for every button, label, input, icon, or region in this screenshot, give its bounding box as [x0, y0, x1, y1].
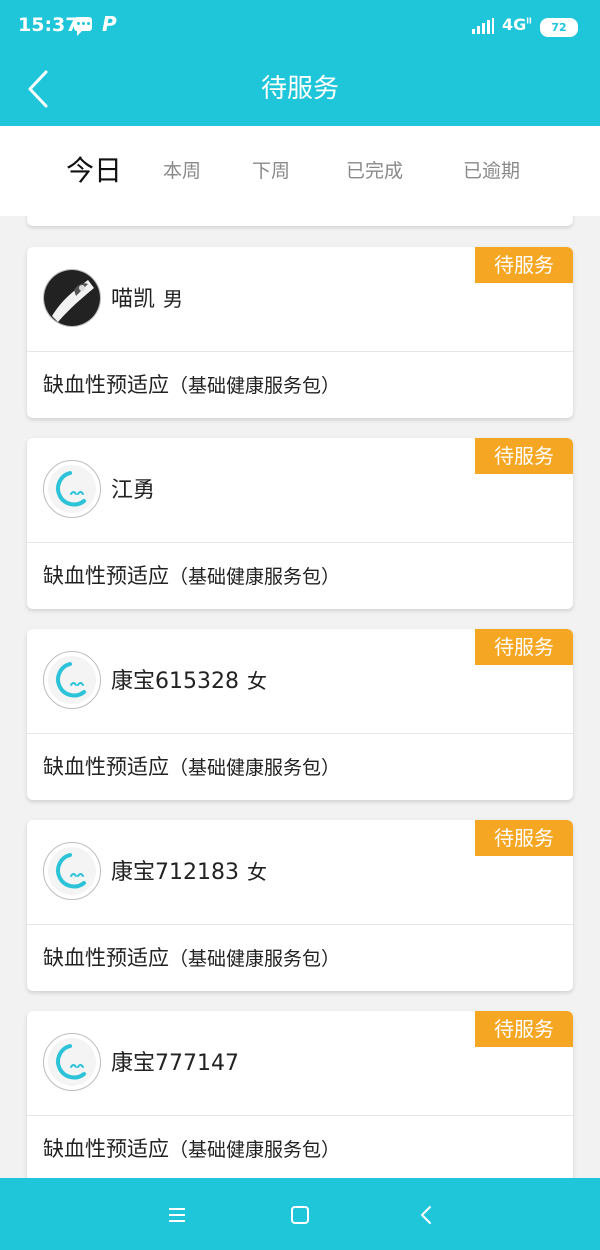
avatar [43, 269, 101, 327]
service-name: 缺血性预适应（基础健康服务包） [43, 373, 341, 397]
parking-icon: P [102, 12, 117, 36]
menu-icon [169, 1208, 185, 1222]
status-time: 15:37 [18, 14, 79, 36]
app-bar: 待服务 [0, 52, 600, 126]
default-avatar-icon [48, 847, 96, 895]
customer-name: 康宝777147 [111, 1051, 239, 1076]
nav-back-button[interactable] [412, 1200, 442, 1230]
tab-completed[interactable]: 已完成 [346, 126, 403, 216]
battery-indicator: 72 [540, 18, 578, 37]
divider [27, 542, 573, 543]
status-badge: 待服务 [475, 820, 573, 856]
customer-name: 康宝615328 女 [111, 669, 267, 694]
divider [27, 351, 573, 352]
customer-name: 江勇 [111, 478, 156, 503]
menu-button[interactable] [162, 1200, 192, 1230]
customer-gender: 女 [246, 669, 267, 693]
list-item[interactable]: 待服务 康宝615328 女 缺血性预适应（基础健康服务包） [27, 629, 573, 800]
customer-gender: 男 [163, 287, 184, 311]
list-item[interactable]: 待服务 喵凯男 缺血性预适应（基础健康服务包） [27, 247, 573, 418]
avatar [43, 1033, 101, 1091]
avatar [43, 651, 101, 709]
network-type: 4Gll [502, 15, 532, 34]
divider [27, 733, 573, 734]
service-name: 缺血性预适应（基础健康服务包） [43, 946, 341, 970]
list-item-partial [27, 216, 573, 226]
status-badge: 待服务 [475, 629, 573, 665]
customer-name: 喵凯男 [111, 287, 184, 312]
filter-tabs: 今日 本周 下周 已完成 已逾期 [0, 126, 600, 216]
status-bar: 15:37 P 4Gll 72 [0, 0, 600, 52]
divider [27, 1115, 573, 1116]
status-badge: 待服务 [475, 1011, 573, 1047]
message-icon [74, 17, 92, 36]
service-package: （基础健康服务包） [169, 1139, 341, 1161]
system-nav-bar [0, 1178, 600, 1250]
user-photo-icon [44, 270, 100, 326]
tab-today[interactable]: 今日 [66, 126, 122, 216]
service-name: 缺血性预适应（基础健康服务包） [43, 564, 341, 588]
avatar [43, 842, 101, 900]
default-avatar-icon [48, 465, 96, 513]
status-badge: 待服务 [475, 438, 573, 474]
list-item[interactable]: 待服务 康宝712183 女 缺血性预适应（基础健康服务包） [27, 820, 573, 991]
default-avatar-icon [48, 1038, 96, 1086]
service-name: 缺血性预适应（基础健康服务包） [43, 1137, 341, 1161]
list-item[interactable]: 待服务 江勇 缺血性预适应（基础健康服务包） [27, 438, 573, 609]
tab-this-week[interactable]: 本周 [163, 126, 201, 216]
service-package: （基础健康服务包） [169, 375, 341, 397]
tab-overdue[interactable]: 已逾期 [463, 126, 520, 216]
service-package: （基础健康服务包） [169, 757, 341, 779]
customer-name: 康宝712183 女 [111, 860, 267, 885]
tab-next-week[interactable]: 下周 [252, 126, 290, 216]
signal-icon [472, 18, 494, 34]
default-avatar-icon [48, 656, 96, 704]
home-square-icon [291, 1206, 309, 1224]
service-package: （基础健康服务包） [169, 566, 341, 588]
top-header: 15:37 P 4Gll 72 待服务 [0, 0, 600, 126]
list-item[interactable]: 待服务 康宝777147 缺血性预适应（基础健康服务包） [27, 1011, 573, 1178]
customer-gender: 女 [246, 860, 267, 884]
divider [27, 924, 573, 925]
status-badge: 待服务 [475, 247, 573, 283]
page-title: 待服务 [260, 74, 339, 104]
avatar [43, 460, 101, 518]
service-package: （基础健康服务包） [169, 948, 341, 970]
back-triangle-icon [421, 1206, 431, 1224]
service-list[interactable]: 待服务 喵凯男 缺血性预适应（基础健康服务包） 待服务 江勇 缺血性预适应（基础… [0, 216, 600, 1178]
service-name: 缺血性预适应（基础健康服务包） [43, 755, 341, 779]
home-button[interactable] [285, 1200, 315, 1230]
